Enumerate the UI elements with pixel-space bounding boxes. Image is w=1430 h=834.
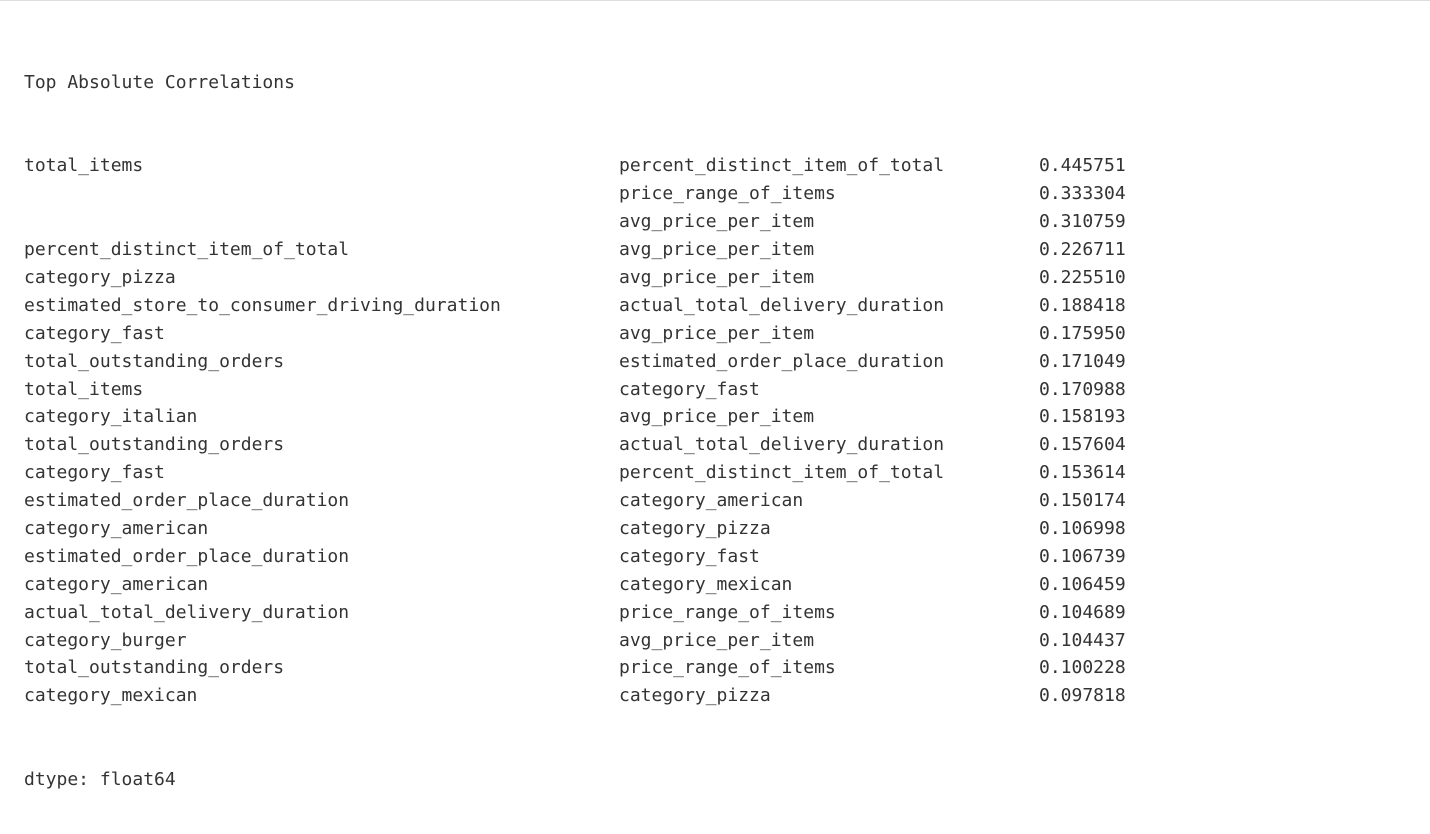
feature-1: percent_distinct_item_of_total: [24, 236, 619, 264]
feature-2: avg_price_per_item: [619, 236, 1039, 264]
feature-2: avg_price_per_item: [619, 264, 1039, 292]
correlation-value: 0.104689: [1039, 599, 1126, 627]
correlation-value: 0.333304: [1039, 180, 1126, 208]
feature-1: estimated_order_place_duration: [24, 543, 619, 571]
feature-2: price_range_of_items: [619, 180, 1039, 208]
correlation-table: total_itemspercent_distinct_item_of_tota…: [24, 152, 1406, 710]
correlation-value: 0.100228: [1039, 654, 1126, 682]
feature-1: total_outstanding_orders: [24, 654, 619, 682]
correlation-value: 0.104437: [1039, 627, 1126, 655]
table-row: total_outstanding_ordersestimated_order_…: [24, 348, 1406, 376]
correlation-value: 0.106998: [1039, 515, 1126, 543]
feature-2: avg_price_per_item: [619, 627, 1039, 655]
feature-1: category_american: [24, 515, 619, 543]
feature-1: [24, 180, 619, 208]
table-row: estimated_store_to_consumer_driving_dura…: [24, 292, 1406, 320]
feature-2: percent_distinct_item_of_total: [619, 459, 1039, 487]
correlation-value: 0.188418: [1039, 292, 1126, 320]
correlation-value: 0.097818: [1039, 682, 1126, 710]
table-row: category_americancategory_mexican0.10645…: [24, 571, 1406, 599]
table-row: total_outstanding_ordersprice_range_of_i…: [24, 654, 1406, 682]
feature-2: category_american: [619, 487, 1039, 515]
feature-2: avg_price_per_item: [619, 208, 1039, 236]
table-row: estimated_order_place_durationcategory_f…: [24, 543, 1406, 571]
correlation-value: 0.226711: [1039, 236, 1126, 264]
table-row: category_fastavg_price_per_item0.175950: [24, 320, 1406, 348]
feature-2: category_pizza: [619, 682, 1039, 710]
feature-2: category_fast: [619, 376, 1039, 404]
feature-1: category_italian: [24, 403, 619, 431]
correlation-value: 0.171049: [1039, 348, 1126, 376]
feature-2: price_range_of_items: [619, 599, 1039, 627]
table-row: percent_distinct_item_of_totalavg_price_…: [24, 236, 1406, 264]
dtype-line: dtype: float64: [24, 766, 1406, 794]
feature-1: estimated_store_to_consumer_driving_dura…: [24, 292, 619, 320]
feature-2: percent_distinct_item_of_total: [619, 152, 1039, 180]
correlation-value: 0.150174: [1039, 487, 1126, 515]
feature-1: total_items: [24, 376, 619, 404]
feature-1: total_items: [24, 152, 619, 180]
table-row: avg_price_per_item0.310759: [24, 208, 1406, 236]
feature-2: category_fast: [619, 543, 1039, 571]
feature-1: actual_total_delivery_duration: [24, 599, 619, 627]
table-row: category_fastpercent_distinct_item_of_to…: [24, 459, 1406, 487]
feature-1: [24, 208, 619, 236]
feature-1: category_american: [24, 571, 619, 599]
table-row: actual_total_delivery_durationprice_rang…: [24, 599, 1406, 627]
feature-1: category_mexican: [24, 682, 619, 710]
feature-2: avg_price_per_item: [619, 403, 1039, 431]
correlation-value: 0.310759: [1039, 208, 1126, 236]
table-row: estimated_order_place_durationcategory_a…: [24, 487, 1406, 515]
table-row: category_burgeravg_price_per_item0.10443…: [24, 627, 1406, 655]
correlation-value: 0.106739: [1039, 543, 1126, 571]
table-row: total_itemspercent_distinct_item_of_tota…: [24, 152, 1406, 180]
feature-2: estimated_order_place_duration: [619, 348, 1039, 376]
table-row: total_outstanding_ordersactual_total_del…: [24, 431, 1406, 459]
feature-1: estimated_order_place_duration: [24, 487, 619, 515]
feature-1: category_burger: [24, 627, 619, 655]
correlation-value: 0.170988: [1039, 376, 1126, 404]
correlation-value: 0.158193: [1039, 403, 1126, 431]
table-row: total_itemscategory_fast0.170988: [24, 376, 1406, 404]
correlation-value: 0.445751: [1039, 152, 1126, 180]
correlation-value: 0.157604: [1039, 431, 1126, 459]
table-row: category_mexicancategory_pizza0.097818: [24, 682, 1406, 710]
correlation-value: 0.225510: [1039, 264, 1126, 292]
feature-2: category_pizza: [619, 515, 1039, 543]
feature-1: category_fast: [24, 320, 619, 348]
feature-2: avg_price_per_item: [619, 320, 1039, 348]
feature-1: total_outstanding_orders: [24, 431, 619, 459]
table-row: category_pizzaavg_price_per_item0.225510: [24, 264, 1406, 292]
table-row: category_americancategory_pizza0.106998: [24, 515, 1406, 543]
table-row: category_italianavg_price_per_item0.1581…: [24, 403, 1406, 431]
feature-1: category_fast: [24, 459, 619, 487]
feature-2: price_range_of_items: [619, 654, 1039, 682]
table-row: price_range_of_items0.333304: [24, 180, 1406, 208]
output-title: Top Absolute Correlations: [24, 69, 1406, 97]
feature-2: actual_total_delivery_duration: [619, 292, 1039, 320]
correlation-value: 0.175950: [1039, 320, 1126, 348]
correlation-value: 0.153614: [1039, 459, 1126, 487]
feature-2: actual_total_delivery_duration: [619, 431, 1039, 459]
feature-1: total_outstanding_orders: [24, 348, 619, 376]
feature-1: category_pizza: [24, 264, 619, 292]
output-cell: Top Absolute Correlations total_itemsper…: [24, 13, 1406, 822]
feature-2: category_mexican: [619, 571, 1039, 599]
correlation-value: 0.106459: [1039, 571, 1126, 599]
